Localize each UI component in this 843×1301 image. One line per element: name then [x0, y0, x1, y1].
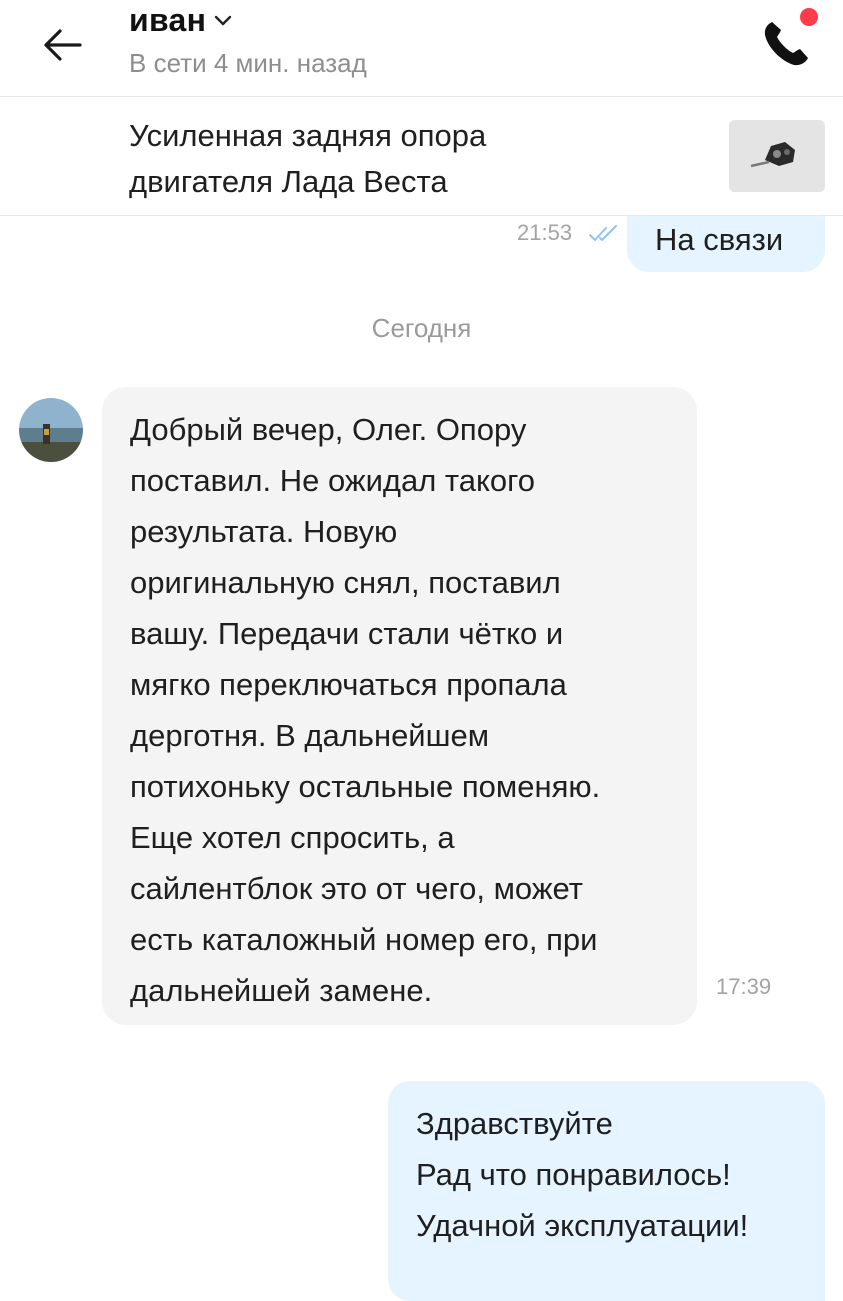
listing-bar[interactable]: Усиленная задняя опора двигателя Лада Ве…: [0, 97, 843, 216]
message-line: Рад что понравилось!: [416, 1157, 731, 1192]
message-line: Удачной эксплуатации!: [416, 1208, 749, 1243]
message-line: вашу. Передачи стали чётко и: [130, 616, 564, 651]
message-line: сайлентблок это от чего, может: [130, 871, 583, 906]
message-line: есть каталожный номер его, при: [130, 922, 598, 957]
engine-mount-image: [729, 120, 825, 192]
chevron-down-icon: [215, 15, 232, 25]
message-time: 21:53: [517, 220, 573, 245]
message-line: Еще хотел спросить, а: [130, 820, 455, 855]
message-line: дерготня. В дальнейшем: [130, 718, 490, 753]
double-check-icon: [589, 225, 617, 241]
avatar-photo: [19, 398, 83, 462]
message-text: На связи: [655, 222, 784, 257]
message-line: Здравствуйте: [416, 1106, 613, 1141]
listing-thumbnail[interactable]: [729, 120, 825, 192]
message-line: дальнейшей замене.: [130, 973, 433, 1008]
message-line: поставил. Не ожидал такого: [130, 463, 536, 498]
message-bubble-incoming[interactable]: Добрый вечер, Олег. Опору поставил. Не о…: [102, 387, 697, 1025]
message-line: потихоньку остальные поменяю.: [130, 769, 601, 804]
message-line: Добрый вечер, Олег. Опору: [130, 412, 527, 447]
listing-title-line-2: двигателя Лада Веста: [129, 164, 448, 199]
back-button[interactable]: [34, 20, 90, 70]
listing-title: Усиленная задняя опора двигателя Лада Ве…: [129, 113, 689, 205]
notification-dot: [800, 8, 818, 26]
online-status: В сети 4 мин. назад: [129, 48, 367, 78]
message-line: мягко переключаться пропала: [130, 667, 567, 702]
chat-header: иван В сети 4 мин. назад: [0, 0, 843, 97]
sender-avatar[interactable]: [19, 398, 83, 462]
arrow-left-icon: [44, 29, 82, 61]
message-line: результата. Новую: [130, 514, 398, 549]
contact-name: иван: [129, 2, 207, 38]
date-separator: Сегодня: [371, 313, 472, 343]
message-time: 17:39: [716, 974, 772, 999]
contact-name-button[interactable]: иван: [129, 2, 232, 39]
message-line: оригинальную снял, поставил: [130, 565, 561, 600]
message-bubble-outgoing[interactable]: Здравствуйте Рад что понравилось! Удачно…: [388, 1081, 825, 1301]
listing-title-line-1: Усиленная задняя опора: [129, 118, 487, 153]
